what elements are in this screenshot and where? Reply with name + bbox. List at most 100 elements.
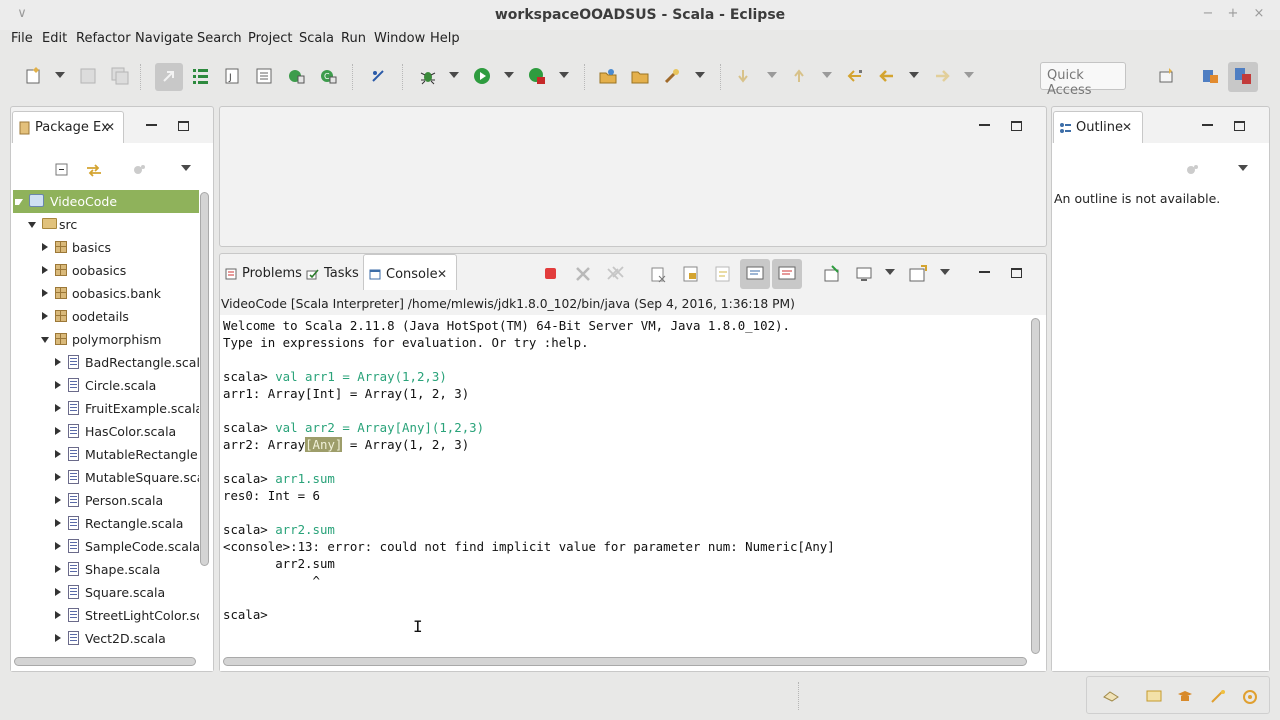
search-dropdown-icon[interactable] xyxy=(695,72,705,78)
outline-icon[interactable] xyxy=(190,66,210,86)
new-dropdown-icon[interactable] xyxy=(55,72,65,78)
outline-view-menu-icon[interactable] xyxy=(1238,165,1248,171)
collapsed-arrow-icon[interactable] xyxy=(55,496,61,504)
collapsed-arrow-icon[interactable] xyxy=(55,588,61,596)
collapsed-arrow-icon[interactable] xyxy=(55,565,61,573)
open-task-icon[interactable] xyxy=(598,66,618,86)
tree-item-oodetails[interactable]: oodetails xyxy=(13,305,199,328)
collapsed-arrow-icon[interactable] xyxy=(55,542,61,550)
word-wrap-icon[interactable] xyxy=(713,264,733,284)
tree-item-rectangle-scala[interactable]: Rectangle.scala xyxy=(13,512,199,535)
console-vertical-scrollbar[interactable] xyxy=(1031,318,1040,654)
tree-item-basics[interactable]: basics xyxy=(13,236,199,259)
tree-item-oobasics-bank[interactable]: oobasics.bank xyxy=(13,282,199,305)
menu-window[interactable]: Window xyxy=(374,31,425,46)
menu-file[interactable]: File xyxy=(11,31,33,46)
collapsed-arrow-icon[interactable] xyxy=(55,381,61,389)
menu-run[interactable]: Run xyxy=(341,31,366,46)
pin-console-icon[interactable] xyxy=(822,264,842,284)
tab-tasks[interactable]: Tasks xyxy=(304,258,362,290)
minimize-pane-icon[interactable] xyxy=(146,124,157,126)
console-horizontal-scrollbar[interactable] xyxy=(223,657,1027,666)
search-icon[interactable] xyxy=(662,66,682,86)
close-tab-icon[interactable]: ✕ xyxy=(1122,120,1132,134)
skip-breakpoints-icon[interactable] xyxy=(368,66,388,86)
collapsed-arrow-icon[interactable] xyxy=(42,266,48,274)
maximize-button[interactable]: + xyxy=(1225,6,1241,22)
run-dropdown-icon[interactable] xyxy=(504,72,514,78)
menu-help[interactable]: Help xyxy=(430,31,460,46)
tutorials-icon[interactable] xyxy=(1177,689,1193,703)
open-perspective-icon[interactable] xyxy=(1157,66,1177,86)
collapsed-arrow-icon[interactable] xyxy=(55,427,61,435)
overview-icon[interactable] xyxy=(1242,689,1258,704)
tab-package-explorer[interactable]: Package Ex ✕ xyxy=(12,111,124,143)
quick-access-field[interactable]: Quick Access xyxy=(1040,62,1126,98)
collapsed-arrow-icon[interactable] xyxy=(42,243,48,251)
tab-problems[interactable]: Problems xyxy=(222,258,302,290)
collapsed-arrow-icon[interactable] xyxy=(55,404,61,412)
tab-outline[interactable]: Outline ✕ xyxy=(1053,111,1143,143)
menu-scala[interactable]: Scala xyxy=(299,31,334,46)
last-edit-location-icon[interactable] xyxy=(845,66,865,86)
java-perspective-icon[interactable] xyxy=(1200,66,1220,86)
collapsed-arrow-icon[interactable] xyxy=(55,519,61,527)
view-menu-dropdown-icon[interactable] xyxy=(181,165,191,171)
new-java-class-icon[interactable]: C xyxy=(318,66,338,86)
tree-item-samplecode-scala[interactable]: SampleCode.scala xyxy=(13,535,199,558)
menu-project[interactable]: Project xyxy=(248,31,292,46)
menu-search[interactable]: Search xyxy=(197,31,242,46)
collapsed-arrow-icon[interactable] xyxy=(55,473,61,481)
editor-maximize-icon[interactable] xyxy=(1011,121,1022,131)
terminate-icon[interactable] xyxy=(541,264,561,284)
whats-new-icon[interactable] xyxy=(1210,689,1226,703)
tree-item-shape-scala[interactable]: Shape.scala xyxy=(13,558,199,581)
new-icon[interactable] xyxy=(24,66,44,86)
external-tools-dropdown-icon[interactable] xyxy=(559,72,569,78)
display-console-icon[interactable] xyxy=(854,264,874,284)
open-console-icon[interactable] xyxy=(908,264,928,284)
tree-item-circle-scala[interactable]: Circle.scala xyxy=(13,374,199,397)
close-tab-icon[interactable]: ✕ xyxy=(437,267,447,281)
debug-dropdown-icon[interactable] xyxy=(449,72,459,78)
console-maximize-icon[interactable] xyxy=(1011,268,1022,278)
tree-item-mutablerectangle-s[interactable]: MutableRectangle.s xyxy=(13,443,199,466)
editor-minimize-icon[interactable] xyxy=(979,124,990,126)
tree-item-mutablesquare-scal[interactable]: MutableSquare.scal xyxy=(13,466,199,489)
tree-item-src[interactable]: src xyxy=(13,213,199,236)
outline-minimize-icon[interactable] xyxy=(1202,124,1213,126)
menu-navigate[interactable]: Navigate xyxy=(135,31,193,46)
tree-item-hascolor-scala[interactable]: HasColor.scala xyxy=(13,420,199,443)
run-external-tools-icon[interactable] xyxy=(527,66,547,86)
collapsed-arrow-icon[interactable] xyxy=(55,450,61,458)
collapsed-arrow-icon[interactable] xyxy=(55,634,61,642)
tab-console[interactable]: Console ✕ xyxy=(363,254,457,290)
menu-refactor[interactable]: Refactor xyxy=(76,31,131,46)
welcome-icon[interactable] xyxy=(1146,689,1162,703)
console-output[interactable]: Welcome to Scala 2.11.8 (Java HotSpot(TM… xyxy=(223,317,835,623)
expanded-arrow-icon[interactable] xyxy=(15,199,23,205)
expanded-arrow-icon[interactable] xyxy=(28,222,36,228)
tree-item-person-scala[interactable]: Person.scala xyxy=(13,489,199,512)
back-dropdown-icon[interactable] xyxy=(909,72,919,78)
collapse-all-icon[interactable] xyxy=(52,160,72,180)
tree-item-square-scala[interactable]: Square.scala xyxy=(13,581,199,604)
link-with-editor-icon[interactable] xyxy=(84,160,104,180)
tree-item-fruitexample-scala[interactable]: FruitExample.scala xyxy=(13,397,199,420)
collapsed-arrow-icon[interactable] xyxy=(55,358,61,366)
close-tab-icon[interactable]: ✕ xyxy=(105,120,115,134)
tree-item-badrectangle-scala[interactable]: BadRectangle.scala xyxy=(13,351,199,374)
expanded-arrow-icon[interactable] xyxy=(41,337,49,343)
scroll-lock-icon[interactable] xyxy=(681,264,701,284)
show-console-on-stderr-icon[interactable] xyxy=(772,259,802,289)
open-console-dropdown-icon[interactable] xyxy=(940,269,950,275)
tip-of-day-icon[interactable] xyxy=(1102,689,1119,703)
tree-item-oobasics[interactable]: oobasics xyxy=(13,259,199,282)
tree-vertical-scrollbar[interactable] xyxy=(200,192,209,566)
scala-perspective-icon[interactable] xyxy=(1228,62,1258,92)
outline-maximize-icon[interactable] xyxy=(1234,121,1245,131)
debug-icon[interactable] xyxy=(418,66,438,86)
close-button[interactable]: × xyxy=(1251,6,1267,22)
minimize-button[interactable]: − xyxy=(1200,6,1216,22)
open-resource-icon[interactable] xyxy=(254,66,274,86)
